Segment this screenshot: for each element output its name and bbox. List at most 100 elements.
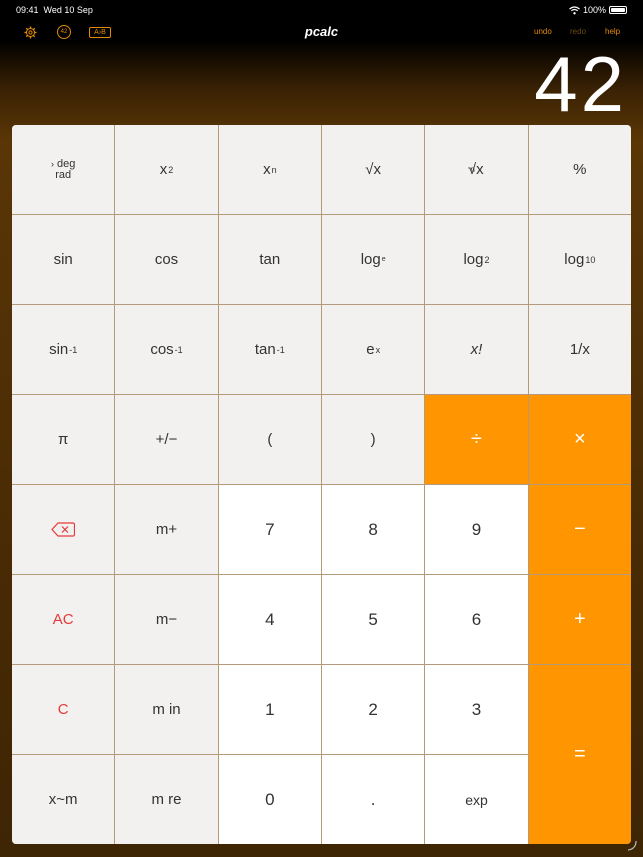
memory-plus-key[interactable]: m+ [115, 485, 218, 574]
log-e-sub: e [381, 256, 386, 263]
result-display: 42 [534, 40, 627, 128]
sin-key[interactable]: sin [12, 215, 115, 304]
asin-key[interactable]: sin -1 [12, 305, 115, 394]
digit-3-key[interactable]: 3 [425, 665, 528, 754]
log-10-label: log [564, 251, 585, 268]
atan-key[interactable]: tan -1 [218, 305, 321, 394]
multiply-key[interactable]: × [528, 395, 631, 484]
percent-key[interactable]: % [528, 125, 631, 214]
square-key[interactable]: x2 [115, 125, 218, 214]
digit-6-label: 6 [471, 609, 482, 629]
asin-sup: -1 [69, 344, 78, 355]
clear-label: C [57, 701, 69, 718]
factorial-key[interactable]: x! [425, 305, 528, 394]
log-e-label: log [360, 251, 381, 268]
plus-minus-label: +/− [155, 431, 178, 448]
all-clear-key[interactable]: AC [12, 575, 115, 664]
memory-minus-label: m− [155, 611, 178, 628]
equals-key[interactable]: = [528, 665, 631, 844]
decimal-point-label: . [370, 789, 376, 809]
tan-key[interactable]: tan [218, 215, 321, 304]
plus-label: + [573, 608, 586, 630]
digit-1-key[interactable]: 1 [218, 665, 321, 754]
exp-label: exp [465, 791, 488, 808]
memory-minus-key[interactable]: m− [115, 575, 218, 664]
toolbar: 42 A›B pcalc undo redo help [0, 22, 643, 42]
x-swap-m-label: x~m [48, 791, 78, 808]
resize-handle-icon[interactable] [625, 839, 637, 851]
digit-5-key[interactable]: 5 [322, 575, 425, 664]
backspace-key[interactable] [12, 485, 115, 574]
atan-label: tan [254, 341, 276, 358]
exp-e-key[interactable]: ex [322, 305, 425, 394]
redo-button[interactable]: redo [570, 27, 586, 36]
deg-rad-key[interactable]: › deg rad [12, 125, 115, 214]
exp-key[interactable]: exp [425, 755, 528, 844]
exp-e-sup: x [375, 344, 381, 355]
log-e-key[interactable]: log e [322, 215, 425, 304]
digit-9-key[interactable]: 9 [425, 485, 528, 574]
acos-sup: -1 [174, 344, 183, 355]
help-button[interactable]: help [605, 27, 620, 36]
plus-minus-key[interactable]: +/− [115, 395, 218, 484]
battery-percent: 100% [582, 5, 606, 15]
digit-7-key[interactable]: 7 [218, 485, 321, 574]
memory-in-key[interactable]: m in [115, 665, 218, 754]
digit-0-key[interactable]: 0 [218, 755, 321, 844]
factorial-label: x! [470, 341, 483, 358]
digit-4-key[interactable]: 4 [218, 575, 321, 664]
digit-5-label: 5 [368, 609, 378, 629]
memory-plus-label: m+ [155, 521, 178, 538]
reciprocal-key[interactable]: 1/x [528, 305, 631, 394]
left-paren-label: ( [267, 431, 273, 448]
nth-root-key[interactable]: n √x [425, 125, 528, 214]
clear-key[interactable]: C [12, 665, 115, 754]
plus-key[interactable]: + [528, 575, 631, 664]
asin-label: sin [49, 341, 69, 358]
digit-4-label: 4 [265, 609, 275, 629]
memory-in-label: m in [152, 701, 181, 718]
digit-8-key[interactable]: 8 [322, 485, 425, 574]
minus-label: − [573, 518, 586, 540]
right-paren-key[interactable]: ) [322, 395, 425, 484]
x-swap-m-key[interactable]: x~m [12, 755, 115, 844]
divide-key[interactable]: ÷ [425, 395, 528, 484]
minus-key[interactable]: − [528, 485, 631, 574]
backspace-icon [51, 522, 76, 537]
digit-7-label: 7 [265, 519, 275, 539]
cos-key[interactable]: cos [115, 215, 218, 304]
tan-label: tan [259, 251, 281, 268]
all-clear-label: AC [52, 611, 74, 628]
sqrt-key[interactable]: √x [322, 125, 425, 214]
status-time-date: 09:41 Wed 10 Sep [16, 5, 93, 15]
log-2-key[interactable]: log 2 [425, 215, 528, 304]
pi-key[interactable]: π [12, 395, 115, 484]
log-10-key[interactable]: log 10 [528, 215, 631, 304]
acos-key[interactable]: cos -1 [115, 305, 218, 394]
digit-2-key[interactable]: 2 [322, 665, 425, 754]
wifi-icon [569, 5, 580, 14]
power-n-sup: n [271, 164, 277, 175]
decimal-point-key[interactable]: . [322, 755, 425, 844]
status-time: 09:41 [16, 5, 39, 15]
log-2-label: log [463, 251, 484, 268]
memory-recall-key[interactable]: m re [115, 755, 218, 844]
left-paren-key[interactable]: ( [218, 395, 321, 484]
deg-rad-label: › deg rad [50, 158, 75, 181]
atan-sup: -1 [276, 344, 285, 355]
digit-1-label: 1 [265, 699, 275, 719]
nth-root-label: √x [467, 161, 484, 178]
digit-2-label: 2 [368, 699, 378, 719]
digit-8-label: 8 [368, 519, 378, 539]
undo-button[interactable]: undo [534, 27, 552, 36]
digit-3-label: 3 [471, 699, 482, 719]
chevron-right-icon: › [50, 158, 54, 169]
status-bar: 09:41 Wed 10 Sep 100% [0, 0, 643, 20]
pi-label: π [57, 431, 69, 448]
power-n-key[interactable]: xn [218, 125, 321, 214]
exp-e-label: e [366, 341, 375, 358]
digit-6-key[interactable]: 6 [425, 575, 528, 664]
digit-9-label: 9 [471, 519, 482, 539]
status-date: Wed 10 Sep [43, 5, 93, 15]
log-10-sub: 10 [585, 254, 596, 265]
